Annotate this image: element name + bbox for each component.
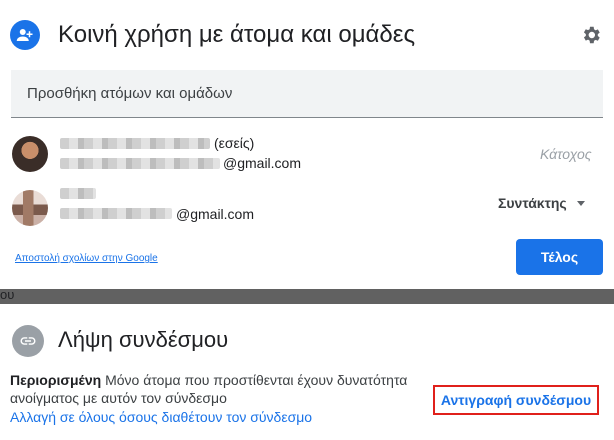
copy-link-button[interactable]: Αντιγραφή συνδέσμου xyxy=(433,385,599,415)
redacted-email xyxy=(60,208,172,219)
editor-role-dropdown[interactable]: Συντάκτης xyxy=(498,194,585,212)
owner-role: Κάτοχος xyxy=(540,146,592,162)
add-people-input[interactable] xyxy=(11,70,603,118)
redacted-name xyxy=(60,188,96,199)
background-text: ου xyxy=(0,287,15,302)
share-dialog: Κοινή χρήση με άτομα και ομάδες (εσείς) … xyxy=(0,0,614,289)
link-access-description: Περιορισμένη Μόνο άτομα που προστίθενται… xyxy=(10,371,430,407)
get-link-panel: Λήψη συνδέσμου Περιορισμένη Μόνο άτομα π… xyxy=(0,304,614,440)
redacted-name xyxy=(60,138,210,149)
restricted-label: Περιορισμένη xyxy=(10,372,102,388)
redacted-email xyxy=(60,158,220,169)
add-person-icon xyxy=(10,20,40,50)
background-overlay: ου xyxy=(0,287,614,304)
get-link-title: Λήψη συνδέσμου xyxy=(58,327,229,352)
owner-email-suffix: @gmail.com xyxy=(223,155,302,171)
send-feedback-link[interactable]: Αποστολή σχολίων στην Google xyxy=(15,253,158,264)
link-icon xyxy=(12,325,44,357)
done-button[interactable]: Τέλος xyxy=(516,239,603,275)
you-label: (εσείς) xyxy=(214,135,255,151)
change-access-link[interactable]: Αλλαγή σε όλους όσους διαθέτουν τον σύνδ… xyxy=(10,409,312,425)
share-title: Κοινή χρήση με άτομα και ομάδες xyxy=(58,21,416,48)
editor-email-suffix: @gmail.com xyxy=(176,206,255,222)
avatar xyxy=(12,136,48,172)
gear-icon[interactable] xyxy=(578,22,604,48)
avatar xyxy=(12,190,48,226)
dropdown-caret-icon xyxy=(576,200,585,206)
editor-role-label: Συντάκτης xyxy=(498,195,567,211)
